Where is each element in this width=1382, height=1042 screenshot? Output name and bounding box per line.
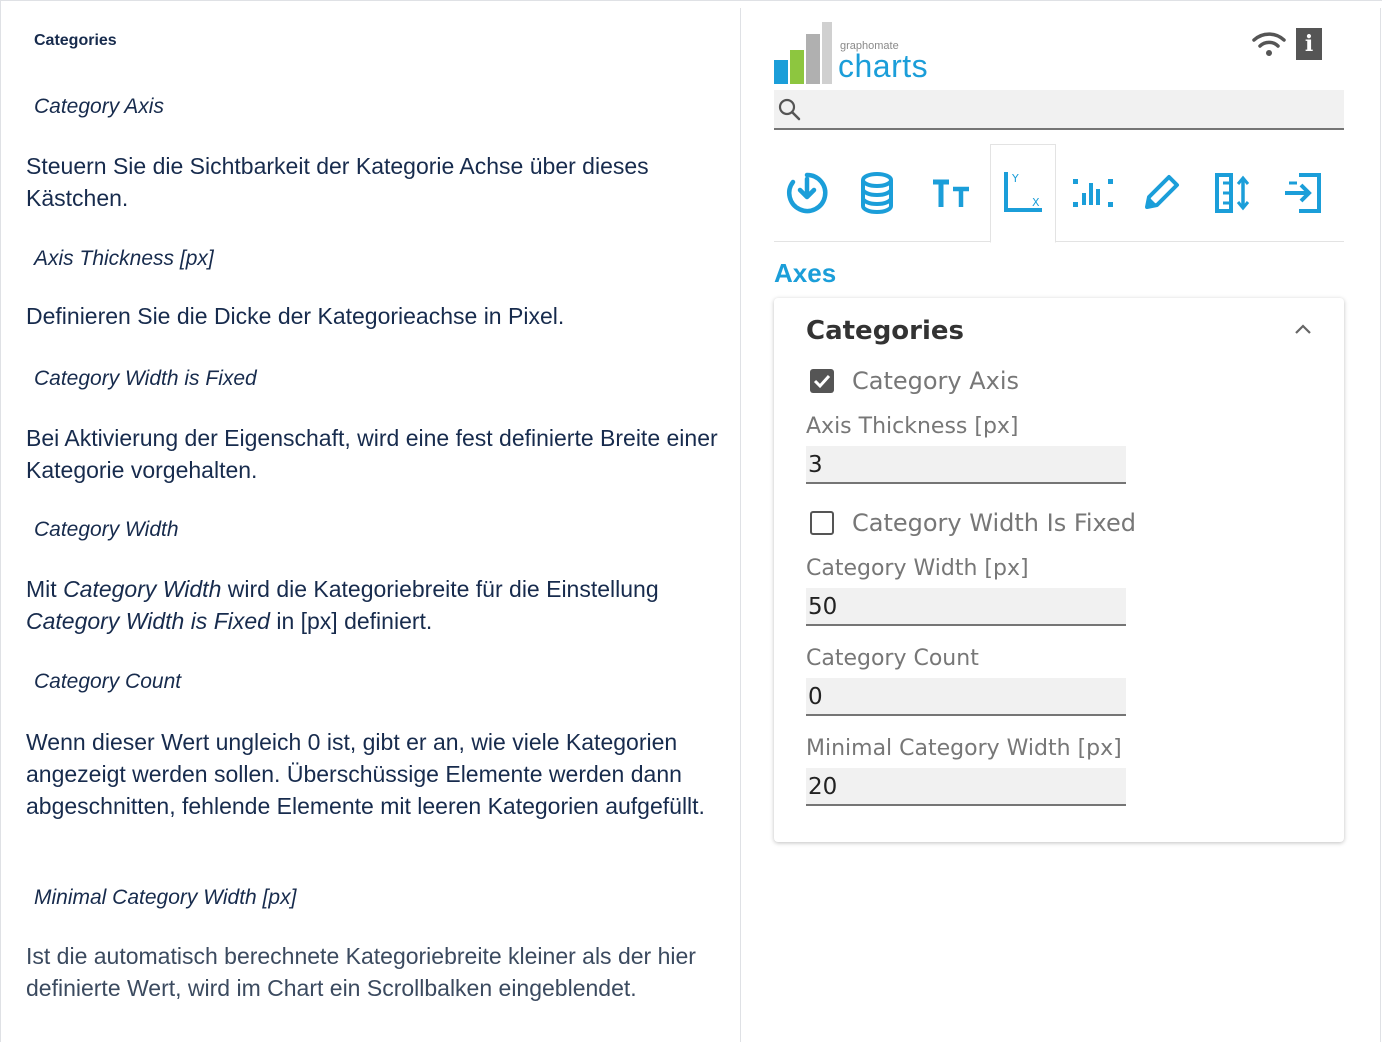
logo-bar [774,60,788,84]
width-fixed-checkbox[interactable] [810,511,834,535]
min-category-width-value: 20 [808,774,838,800]
search-input[interactable] [808,94,1328,124]
wifi-icon[interactable] [1252,30,1286,58]
category-width-value: 50 [808,594,838,620]
doc-label-category-axis: Category Axis [34,95,164,118]
logo-big-text: charts [838,48,929,84]
settings-tab-bar: Y X [774,144,1344,243]
chevron-up-icon[interactable] [1292,322,1314,336]
doc-label-category-width: Category Width [34,518,179,541]
doc-label-width-fixed: Category Width is Fixed [34,367,257,390]
section-title: Axes [774,258,837,288]
width-fixed-label: Category Width Is Fixed [852,509,1137,537]
doc-label-axis-thickness: Axis Thickness [px] [34,247,214,270]
search-icon [778,98,801,121]
axis-thickness-input[interactable]: 3 [806,446,1126,484]
search-bar[interactable] [774,90,1344,130]
category-axis-label: Category Axis [852,367,1020,395]
width-fixed-checkbox-row[interactable]: Category Width Is Fixed [810,508,1136,538]
text-size-icon [933,179,969,207]
property-panel: graphomate charts i Y X Axes Categories … [774,0,1344,1042]
tab-style[interactable] [1128,144,1194,242]
axis-thickness-value: 3 [808,452,823,478]
general-settings-icon [787,172,828,214]
category-axis-checkbox-row[interactable]: Category Axis [810,366,1019,396]
graphomate-logo: graphomate charts [774,22,944,84]
doc-text-part: wird die Kategoriebreite für die Einstel… [221,576,659,602]
min-category-width-label: Minimal Category Width [px] [806,736,1122,761]
data-points-icon [1073,179,1113,207]
category-width-label: Category Width [px] [806,556,1029,581]
logo-bar [790,50,804,84]
checkmark-icon [813,374,831,389]
doc-text-width-fixed: Bei Aktivierung der Eigenschaft, wird ei… [26,425,718,483]
doc-text-min-width: Ist die automatisch berechnete Kategorie… [26,943,696,1001]
tab-scaling[interactable] [1200,144,1266,242]
database-icon [861,172,893,214]
doc-text-category-axis: Steuern Sie die Sichtbarkeit der Kategor… [26,153,649,211]
category-width-input[interactable]: 50 [806,588,1126,626]
right-border [1380,8,1381,1042]
tab-text[interactable] [918,144,984,242]
tab-axes[interactable]: Y X [990,144,1056,243]
categories-card: Categories Category Axis Axis Thickness … [774,298,1344,842]
axes-icon: Y X [1004,171,1042,212]
column-divider [740,8,741,1042]
pencil-icon [1145,175,1179,209]
category-count-label: Category Count [806,646,979,671]
svg-text:Y: Y [1011,172,1019,185]
doc-text-category-count: Wenn dieser Wert ungleich 0 ist, gibt er… [26,729,705,819]
doc-text-part: Mit [26,576,64,602]
category-axis-checkbox[interactable] [810,369,834,393]
doc-label-category-count: Category Count [34,670,182,693]
axis-thickness-label: Axis Thickness [px] [806,414,1019,439]
min-category-width-input[interactable]: 20 [806,768,1126,806]
doc-text-axis-thickness: Definieren Sie die Dicke der Kategorieac… [26,303,565,329]
doc-text-part: in [px] definiert. [269,608,433,634]
card-title: Categories [806,316,965,346]
tab-general[interactable] [774,144,840,242]
logo-bar [822,22,832,84]
tab-data-labels[interactable] [1060,144,1126,242]
doc-text-emphasis: Category Width is Fixed [26,608,270,634]
tab-data[interactable] [844,144,910,242]
export-icon [1285,173,1321,213]
category-count-value: 0 [808,684,823,710]
info-button[interactable]: i [1296,28,1322,60]
logo-bar [806,34,820,84]
ruler-sort-icon [1215,173,1250,213]
svg-text:X: X [1032,196,1040,209]
doc-text-category-width: Mit Category Width wird die Kategoriebre… [26,573,726,637]
doc-label-min-width: Minimal Category Width [px] [34,886,297,909]
doc-text-emphasis: Category Width [63,576,222,602]
doc-heading: Categories [34,32,117,49]
category-count-input[interactable]: 0 [806,678,1126,716]
tab-export[interactable] [1270,144,1336,242]
